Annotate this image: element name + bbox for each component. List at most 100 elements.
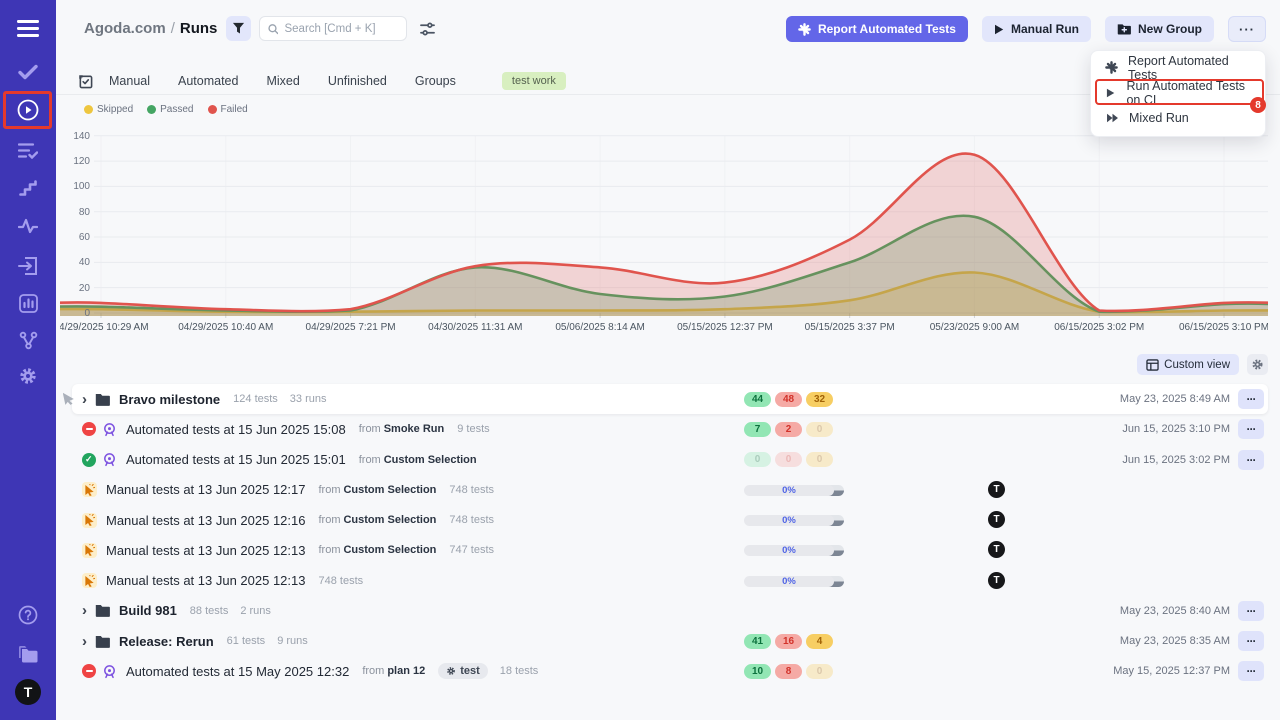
row-more-button[interactable]: ··· — [1238, 631, 1264, 651]
breadcrumb-project[interactable]: Agoda.com — [84, 20, 166, 37]
custom-view-button[interactable]: Custom view — [1137, 354, 1239, 375]
from-value[interactable]: Smoke Run — [384, 423, 445, 435]
tab-manual[interactable]: Manual — [109, 74, 150, 88]
legend-label-skipped: Skipped — [97, 104, 133, 115]
view-options-button[interactable] — [416, 18, 438, 40]
manual-run-button[interactable]: Manual Run — [982, 16, 1091, 42]
run-name[interactable]: Manual tests at 13 Jun 2025 12:16 — [106, 513, 305, 528]
run-name[interactable]: Automated tests at 15 Jun 2025 15:08 — [126, 422, 346, 437]
breadcrumb-page: Runs — [180, 20, 218, 37]
from-value[interactable]: Custom Selection — [343, 484, 436, 496]
row-more-button[interactable]: ··· — [1238, 661, 1264, 681]
folder-icon — [95, 635, 110, 648]
x-tick-label: 05/23/2025 9:00 AM — [930, 322, 1020, 333]
from-value[interactable]: Custom Selection — [343, 514, 436, 526]
run-runs-count: 2 runs — [240, 605, 271, 617]
row-more-button[interactable]: ··· — [1238, 419, 1264, 439]
more-actions-button[interactable]: ··· — [1228, 16, 1266, 42]
gear-icon — [446, 666, 456, 676]
run-row[interactable]: Manual tests at 13 Jun 2025 12:13 fromCu… — [72, 535, 1268, 565]
row-more-button[interactable]: ··· — [1238, 389, 1264, 409]
run-tests-count: 61 tests — [227, 635, 266, 647]
legend-label-failed: Failed — [221, 104, 248, 115]
search-input[interactable] — [284, 23, 398, 35]
run-row[interactable]: › Build 981 88 tests 2 runs — [72, 596, 1268, 626]
new-group-button[interactable]: New Group — [1105, 16, 1214, 42]
search-icon — [268, 23, 278, 35]
help-icon[interactable] — [0, 601, 56, 629]
legend-skipped: Skipped — [84, 104, 133, 115]
sidebar-item-tests[interactable] — [0, 58, 56, 86]
run-row[interactable]: Manual tests at 13 Jun 2025 12:13 748 te… — [72, 566, 1268, 596]
sidebar-item-imports[interactable] — [0, 252, 56, 280]
sidebar-item-plans[interactable] — [0, 136, 56, 164]
assignee-avatar[interactable]: T — [988, 541, 1005, 558]
run-row[interactable]: › Release: Rerun 61 tests 9 run — [72, 626, 1268, 656]
x-tick-label: 05/15/2025 12:37 PM — [677, 322, 773, 333]
search-box[interactable] — [259, 16, 407, 41]
run-name[interactable]: Bravo milestone — [119, 392, 220, 407]
sidebar-item-settings[interactable] — [0, 362, 56, 390]
run-from: fromSmoke Run — [359, 423, 445, 435]
projects-icon[interactable] — [0, 640, 56, 668]
y-tick-label: 120 — [60, 156, 90, 167]
workspace-logo[interactable]: T — [0, 678, 56, 706]
view-settings-button[interactable] — [1247, 354, 1268, 375]
sidebar-item-pulse[interactable] — [0, 212, 56, 240]
assignee-avatar[interactable]: T — [988, 481, 1005, 498]
assignee-avatar[interactable]: T — [988, 511, 1005, 528]
sidebar-nav: T — [0, 0, 56, 720]
filter-button[interactable] — [226, 16, 251, 41]
run-row[interactable]: Automated tests at 15 Jun 2025 15:08 fro… — [72, 414, 1268, 444]
legend-dot-failed — [208, 105, 217, 114]
run-name[interactable]: Manual tests at 13 Jun 2025 12:13 — [106, 573, 305, 588]
run-row[interactable]: Automated tests at 15 Jun 2025 15:01 fro… — [72, 445, 1268, 475]
tab-groups[interactable]: Groups — [415, 74, 456, 88]
x-tick-label: 04/29/2025 10:40 AM — [178, 322, 273, 333]
count-badge-passed: 7 — [744, 422, 771, 437]
run-row[interactable]: Manual tests at 13 Jun 2025 12:16 fromCu… — [72, 505, 1268, 535]
menu-item-report-automated[interactable]: Report Automated Tests — [1091, 55, 1265, 80]
from-value[interactable]: Custom Selection — [384, 454, 477, 466]
run-name[interactable]: Manual tests at 13 Jun 2025 12:13 — [106, 543, 305, 558]
row-more-button[interactable]: ··· — [1238, 450, 1264, 470]
run-name[interactable]: Manual tests at 13 Jun 2025 12:17 — [106, 482, 305, 497]
run-name[interactable]: Release: Rerun — [119, 634, 214, 649]
from-label: from — [318, 514, 340, 526]
run-tag[interactable]: test — [438, 663, 488, 679]
from-value[interactable]: Custom Selection — [343, 544, 436, 556]
run-date: Jun 15, 2025 3:02 PM — [1122, 454, 1230, 466]
count-badge-failed: 2 — [775, 422, 802, 437]
tab-automated[interactable]: Automated — [178, 74, 238, 88]
run-row[interactable]: Manual tests at 13 Jun 2025 12:17 fromCu… — [72, 475, 1268, 505]
count-badge-passed: 10 — [744, 664, 771, 679]
count-badge-skipped: 32 — [806, 392, 833, 407]
run-row-left: › Build 981 88 tests 2 runs — [82, 596, 283, 626]
all-runs-icon[interactable] — [78, 74, 93, 89]
run-row-left: Manual tests at 13 Jun 2025 12:13 fromCu… — [82, 535, 506, 565]
count-badge-failed: 8 — [775, 664, 802, 679]
menu-item-mixed-run[interactable]: Mixed Run — [1091, 105, 1265, 130]
chevron-right-icon[interactable]: › — [82, 603, 87, 618]
assignee-avatar[interactable]: T — [988, 572, 1005, 589]
menu-item-run-on-ci[interactable]: Run Automated Tests on CI — [1091, 80, 1265, 105]
from-value[interactable]: plan 12 — [387, 665, 425, 677]
active-filter-tag[interactable]: test work — [502, 72, 566, 90]
run-date: May 23, 2025 8:40 AM — [1120, 605, 1230, 617]
sidebar-item-milestones[interactable] — [0, 174, 56, 202]
run-row[interactable]: Automated tests at 15 May 2025 12:32 fro… — [72, 656, 1268, 686]
sidebar-item-analytics[interactable] — [0, 289, 56, 317]
sidebar-item-runs[interactable] — [0, 96, 56, 124]
hamburger-menu-icon[interactable] — [0, 15, 56, 43]
run-name[interactable]: Automated tests at 15 May 2025 12:32 — [126, 664, 349, 679]
report-automated-tests-button[interactable]: Report Automated Tests — [786, 16, 968, 42]
run-row[interactable]: › Bravo milestone 124 tests 33 — [72, 384, 1268, 414]
tab-mixed[interactable]: Mixed — [266, 74, 299, 88]
run-name[interactable]: Build 981 — [119, 603, 177, 618]
sidebar-item-integrations[interactable] — [0, 326, 56, 354]
chevron-right-icon[interactable]: › — [82, 392, 87, 407]
row-more-button[interactable]: ··· — [1238, 601, 1264, 621]
run-name[interactable]: Automated tests at 15 Jun 2025 15:01 — [126, 452, 346, 467]
tab-unfinished[interactable]: Unfinished — [328, 74, 387, 88]
chevron-right-icon[interactable]: › — [82, 634, 87, 649]
